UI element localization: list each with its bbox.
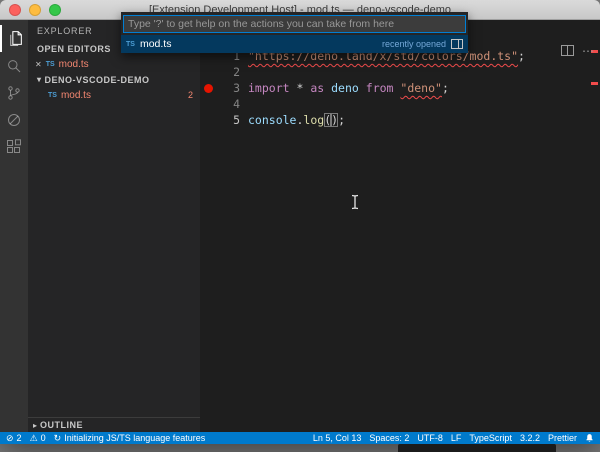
code-token: ; bbox=[441, 81, 449, 95]
text-cursor-pointer bbox=[350, 194, 360, 210]
status-item-label: TypeScript bbox=[469, 433, 512, 443]
code-token: log bbox=[303, 113, 325, 127]
extensions-icon bbox=[6, 138, 22, 155]
line-number: 3 bbox=[233, 81, 240, 95]
status-item-label: Ln 5, Col 13 bbox=[312, 433, 362, 443]
quick-open-widget: TS mod.ts recently opened bbox=[121, 12, 468, 53]
language-mode[interactable]: TypeScript bbox=[469, 433, 512, 443]
typescript-file-icon: TS bbox=[48, 91, 57, 99]
close-window-button[interactable] bbox=[9, 4, 21, 16]
code-line[interactable]: 4 bbox=[200, 96, 600, 112]
tree-item-modts[interactable]: TS mod.ts 2 bbox=[28, 87, 200, 103]
explorer-sidebar: EXPLORER OPEN EDITORS ✕ TS mod.ts ▾ DENO… bbox=[28, 20, 200, 432]
typescript-file-icon: TS bbox=[126, 40, 135, 48]
source-control-icon bbox=[6, 85, 22, 101]
status-item-label: Prettier bbox=[547, 433, 577, 443]
chevron-down-icon: ▾ bbox=[37, 75, 42, 84]
language-status[interactable]: ↻ Initializing JS/TS language features bbox=[54, 433, 206, 444]
code-line[interactable]: 3 import * as deno from "deno"; bbox=[200, 80, 600, 96]
status-item-label: 0 bbox=[40, 433, 46, 443]
status-item-label: LF bbox=[450, 433, 462, 443]
explorer-activity-button[interactable] bbox=[0, 25, 28, 52]
code-token: ; bbox=[518, 49, 525, 63]
line-number: 4 bbox=[233, 97, 240, 111]
zoom-window-button[interactable] bbox=[49, 4, 61, 16]
search-activity-button[interactable] bbox=[0, 52, 28, 79]
chevron-right-icon: ▸ bbox=[33, 420, 38, 430]
background-dock-fragment bbox=[398, 444, 556, 452]
line-number: 2 bbox=[233, 65, 240, 79]
code-token: import bbox=[248, 81, 290, 95]
code-text: import * as deno from "deno"; bbox=[240, 80, 449, 96]
code-token: as bbox=[310, 81, 325, 95]
breakpoint-gutter[interactable] bbox=[200, 96, 216, 112]
encoding[interactable]: UTF-8 bbox=[417, 433, 443, 443]
debug-activity-button[interactable] bbox=[0, 106, 28, 133]
status-item-label: 2 bbox=[16, 433, 22, 443]
vscode-window: [Extension Development Host] - mod.ts — … bbox=[0, 0, 600, 444]
code-text: console.log(); bbox=[240, 112, 345, 128]
tree-file-label: mod.ts bbox=[60, 89, 91, 101]
breakpoint-dot[interactable] bbox=[203, 83, 213, 93]
code-token: * bbox=[289, 81, 311, 95]
indentation[interactable]: Spaces: 2 bbox=[369, 433, 409, 443]
typescript-file-icon: TS bbox=[45, 60, 55, 68]
split-editor-icon[interactable] bbox=[561, 45, 574, 56]
extensions-activity-button[interactable] bbox=[0, 133, 28, 160]
code-line[interactable]: 5 console.log(); bbox=[200, 112, 600, 128]
quick-open-input[interactable] bbox=[123, 15, 466, 33]
open-to-side-icon[interactable] bbox=[451, 39, 463, 49]
breakpoint-gutter[interactable] bbox=[200, 64, 216, 80]
status-right: Ln 5, Col 13 Spaces: 2 UTF-8 LF TypeScript 3.… bbox=[313, 433, 594, 443]
status-bar: ⊘ 2 ⚠ 0 ↻ Initializing JS/TS language feature… bbox=[0, 432, 600, 444]
close-icon[interactable]: ✕ bbox=[35, 60, 42, 69]
error-count[interactable]: ⊘ 2 bbox=[6, 433, 22, 444]
status-item-label: Initializing JS/TS language features bbox=[64, 433, 206, 443]
cursor-position[interactable]: Ln 5, Col 13 bbox=[313, 433, 362, 443]
open-editor-file-label: mod.ts bbox=[58, 58, 89, 70]
open-editor-item[interactable]: ✕ TS mod.ts bbox=[28, 56, 200, 72]
code-token: ; bbox=[338, 113, 345, 127]
outline-section-header[interactable]: ▸ OUTLINE bbox=[28, 417, 200, 432]
code-editor[interactable]: ⋯ 1 "https://deno.land/x/std/colors/mod.t… bbox=[200, 20, 600, 432]
sync-icon: ↻ bbox=[53, 432, 62, 443]
problems-count-badge: 2 bbox=[187, 90, 193, 100]
activity-bar bbox=[0, 20, 28, 432]
breakpoint-gutter[interactable] bbox=[200, 112, 216, 128]
code-token: from bbox=[365, 81, 394, 95]
source-control-activity-button[interactable] bbox=[0, 79, 28, 106]
status-item-label: Spaces: 2 bbox=[369, 433, 410, 443]
overview-ruler-error-mark bbox=[591, 82, 598, 85]
search-icon bbox=[6, 58, 22, 74]
ts-version[interactable]: 3.2.2 bbox=[520, 433, 540, 443]
code-line[interactable]: 2 bbox=[200, 64, 600, 80]
bell-icon[interactable] bbox=[585, 433, 594, 443]
warning-icon: ⚠ bbox=[29, 432, 38, 443]
status-item-label: UTF-8 bbox=[417, 433, 443, 443]
code-token: console bbox=[248, 113, 297, 127]
folder-section-header[interactable]: ▾ DENO-VSCODE-DEMO bbox=[28, 72, 200, 87]
breakpoint-gutter[interactable] bbox=[200, 80, 216, 96]
eol[interactable]: LF bbox=[451, 433, 462, 443]
explorer-icon bbox=[7, 30, 24, 47]
editor-lines: 1 "https://deno.land/x/std/colors/mod.ts"… bbox=[200, 48, 600, 128]
line-number: 5 bbox=[233, 113, 240, 127]
more-actions-icon[interactable]: ⋯ bbox=[582, 45, 594, 57]
status-left: ⊘ 2 ⚠ 0 ↻ Initializing JS/TS language feature… bbox=[6, 433, 205, 444]
warning-count[interactable]: ⚠ 0 bbox=[30, 433, 46, 444]
status-item-label: 3.2.2 bbox=[519, 433, 540, 443]
traffic-lights bbox=[9, 4, 61, 16]
quick-open-item-hint: recently opened bbox=[381, 39, 446, 49]
minimize-window-button[interactable] bbox=[29, 4, 41, 16]
quick-open-selected-item[interactable]: TS mod.ts recently opened bbox=[121, 35, 468, 53]
error-icon: ⊘ bbox=[6, 432, 14, 443]
quick-open-item-label: mod.ts bbox=[139, 38, 172, 50]
code-token: "deno" bbox=[400, 81, 442, 95]
code-token: deno bbox=[331, 81, 359, 95]
formatter[interactable]: Prettier bbox=[548, 433, 577, 443]
debug-icon bbox=[6, 112, 22, 128]
